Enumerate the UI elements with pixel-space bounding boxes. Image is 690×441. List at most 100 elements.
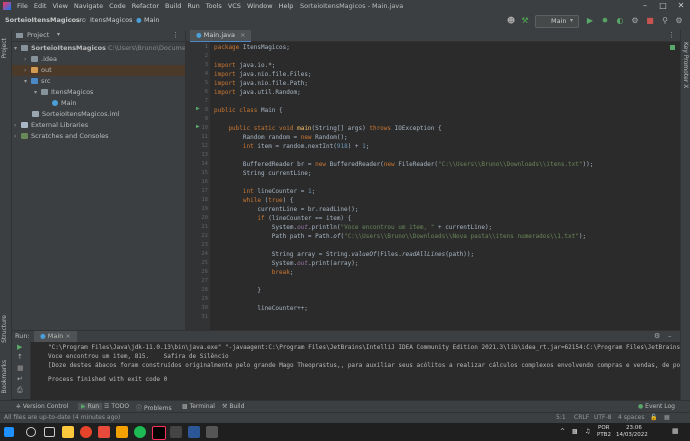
lock-icon[interactable]: 🔓 bbox=[650, 414, 657, 421]
tree-item-project-root[interactable]: ▾ SorteioItensMagicos C:\Users\Bruno\Docu… bbox=[12, 43, 185, 54]
code-line: String currentLine; bbox=[214, 170, 312, 177]
tree-item-iml[interactable]: SorteioItensMagicos.iml bbox=[12, 109, 185, 120]
run-config-select[interactable]: Main ▾ bbox=[535, 15, 579, 28]
menu-code[interactable]: Code bbox=[106, 2, 129, 10]
menu-tools[interactable]: Tools bbox=[203, 2, 225, 10]
menu-window[interactable]: Window bbox=[244, 2, 276, 10]
menu-refactor[interactable]: Refactor bbox=[129, 2, 162, 10]
tree-item-package[interactable]: ▾ ItensMagicos bbox=[12, 87, 185, 98]
terminal-tab[interactable]: ▩ Terminal bbox=[182, 403, 215, 410]
breadcrumb-project[interactable]: SorteioItensMagicos bbox=[5, 16, 80, 24]
tree-item-idea[interactable]: › .idea bbox=[12, 54, 185, 65]
tree-item-src[interactable]: ▾ src bbox=[12, 76, 185, 87]
settings-icon[interactable]: ⚙ bbox=[654, 332, 660, 340]
app-icon[interactable] bbox=[188, 426, 200, 438]
stop-icon[interactable]: ■ bbox=[644, 15, 656, 27]
debug-icon[interactable]: ✸ bbox=[599, 15, 611, 27]
profile-icon[interactable]: ⚙ bbox=[629, 15, 641, 27]
event-log-tab[interactable]: ● Event Log bbox=[638, 403, 675, 410]
structure-tool-tab[interactable]: Structure bbox=[1, 315, 8, 343]
scroll-up-icon[interactable]: ↑ bbox=[17, 353, 23, 361]
code-editor[interactable]: package ItensMagicos; import java.io.*; … bbox=[210, 42, 680, 330]
menu-help[interactable]: Help bbox=[276, 2, 297, 10]
tree-item-main[interactable]: Main bbox=[12, 98, 185, 109]
project-panel-title[interactable]: Project bbox=[27, 31, 49, 39]
menu-run[interactable]: Run bbox=[184, 2, 202, 10]
notification-icon[interactable]: ▦ bbox=[672, 427, 679, 435]
keyboard-layout[interactable]: PTB2 bbox=[597, 432, 611, 438]
menu-vcs[interactable]: VCS bbox=[225, 2, 244, 10]
brave-browser-icon[interactable] bbox=[80, 426, 92, 438]
menu-file[interactable]: File bbox=[14, 2, 31, 10]
line-number: 12 bbox=[201, 143, 208, 149]
wrap-icon[interactable]: ↵ bbox=[17, 375, 23, 383]
language-indicator[interactable]: POR bbox=[598, 425, 609, 431]
close-tab-icon[interactable]: × bbox=[65, 332, 70, 340]
user-icon[interactable]: ☻ bbox=[505, 15, 517, 27]
version-control-tab[interactable]: ⎈ Version Control bbox=[16, 403, 68, 411]
rerun-icon[interactable]: ▶ bbox=[17, 343, 22, 351]
options-icon[interactable]: ⋮ bbox=[172, 31, 179, 39]
search-icon[interactable] bbox=[26, 427, 36, 437]
file-explorer-icon[interactable] bbox=[62, 426, 74, 438]
maximize-icon[interactable]: □ bbox=[654, 0, 672, 12]
windows-start-icon[interactable] bbox=[4, 427, 14, 437]
chevron-down-icon[interactable]: ▾ bbox=[57, 31, 60, 38]
menu-view[interactable]: View bbox=[49, 2, 70, 10]
print-icon[interactable]: ⎙ bbox=[17, 386, 23, 395]
network-icon[interactable]: ▩ bbox=[572, 428, 578, 435]
settings-icon[interactable]: ⚙ bbox=[673, 15, 685, 27]
hammer-icon[interactable]: ⚒ bbox=[519, 15, 531, 27]
tray-chevron-icon[interactable]: ^ bbox=[560, 428, 565, 435]
run-gutter-icon[interactable]: ▶ bbox=[196, 105, 200, 112]
search-icon[interactable]: ⚲ bbox=[659, 15, 671, 27]
caret-position[interactable]: 5:1 bbox=[556, 414, 566, 421]
menu-edit[interactable]: Edit bbox=[31, 2, 50, 10]
stop-icon[interactable]: ■ bbox=[17, 364, 24, 372]
todo-tab[interactable]: ☰ TODO bbox=[104, 403, 129, 410]
run-tab-main[interactable]: ● Main × bbox=[34, 331, 77, 342]
chevron-down-icon: ▾ bbox=[570, 17, 574, 24]
build-tab[interactable]: ⚒ Build bbox=[222, 403, 244, 410]
close-icon[interactable]: ✕ bbox=[672, 0, 690, 12]
breadcrumb-package[interactable]: ItensMagicos bbox=[90, 16, 132, 24]
clock-date[interactable]: 14/03/2022 bbox=[616, 432, 648, 438]
memory-indicator-icon[interactable]: ▦ bbox=[664, 414, 670, 421]
menu-navigate[interactable]: Navigate bbox=[71, 2, 106, 10]
line-separator[interactable]: CRLF bbox=[574, 414, 589, 421]
hide-icon[interactable]: – bbox=[668, 332, 672, 340]
run-console[interactable]: "C:\Program Files\Java\jdk-11.0.13\bin\j… bbox=[31, 342, 680, 399]
key-promoter-tab[interactable]: Key Promoter X bbox=[682, 42, 689, 88]
breadcrumb-file[interactable]: Main bbox=[144, 16, 160, 24]
close-tab-icon[interactable]: × bbox=[240, 31, 245, 39]
minimize-icon[interactable]: – bbox=[636, 0, 654, 12]
code-line: lineCounter++; bbox=[214, 305, 308, 312]
tree-item-external-libraries[interactable]: › External Libraries bbox=[12, 120, 185, 131]
spotify-icon[interactable] bbox=[134, 426, 146, 438]
bookmarks-tool-tab[interactable]: Bookmarks bbox=[1, 360, 8, 394]
code-line: import java.nio.file.Files; bbox=[214, 71, 312, 78]
task-view-icon[interactable] bbox=[44, 427, 55, 437]
menu-build[interactable]: Build bbox=[162, 2, 184, 10]
run-icon[interactable]: ▶ bbox=[584, 15, 596, 27]
app-icon[interactable] bbox=[116, 426, 128, 438]
app-icon[interactable] bbox=[206, 426, 218, 438]
coverage-icon[interactable]: ◐ bbox=[614, 15, 626, 27]
tree-item-label: Scratches and Consoles bbox=[31, 132, 109, 140]
tree-item-out[interactable]: › out bbox=[12, 65, 185, 76]
run-label: Run: bbox=[15, 332, 30, 340]
run-tool-tab[interactable]: ▶ Run bbox=[78, 403, 103, 410]
app-icon[interactable] bbox=[170, 426, 182, 438]
tab-options-icon[interactable]: ⋮ bbox=[668, 31, 675, 39]
project-tool-tab[interactable]: Project bbox=[1, 38, 8, 59]
problems-tab[interactable]: ⓘ Problems bbox=[136, 403, 172, 412]
code-line: public class Main { bbox=[214, 107, 283, 114]
tree-item-scratches[interactable]: › Scratches and Consoles bbox=[12, 131, 185, 142]
clock-time[interactable]: 23:06 bbox=[626, 425, 642, 431]
intellij-idea-icon[interactable] bbox=[152, 426, 166, 440]
indent-setting[interactable]: 4 spaces bbox=[618, 414, 644, 421]
run-gutter-icon[interactable]: ▶ bbox=[196, 123, 200, 130]
file-encoding[interactable]: UTF-8 bbox=[594, 414, 612, 421]
volume-icon[interactable]: ♫ bbox=[585, 428, 590, 435]
app-icon[interactable] bbox=[98, 426, 110, 438]
